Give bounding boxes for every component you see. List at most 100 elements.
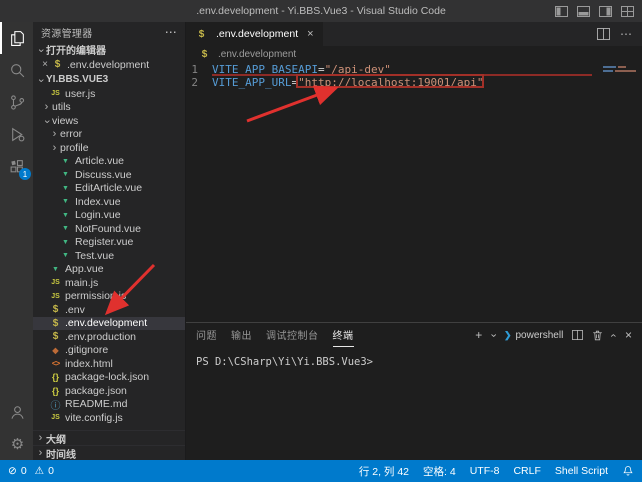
- tree-item[interactable]: ◆.gitignore: [33, 344, 185, 358]
- problems-status[interactable]: ⊘ 0 ⚠ 0: [8, 465, 54, 477]
- tree-item[interactable]: ▼EditArticle.vue: [33, 182, 185, 196]
- outline-section-header[interactable]: › 大纲: [33, 430, 185, 445]
- vue-icon: ▼: [59, 171, 72, 178]
- javascript-icon: JS: [49, 414, 62, 421]
- new-terminal-icon[interactable]: +: [475, 329, 482, 341]
- git-icon: ◆: [49, 346, 62, 355]
- javascript-icon: JS: [49, 279, 62, 286]
- env-file-icon: $: [198, 49, 211, 60]
- tree-item-folder[interactable]: ›utils: [33, 101, 185, 115]
- tree-item[interactable]: JSuser.js: [33, 87, 185, 101]
- cursor-position[interactable]: 行 2, 列 42: [359, 464, 409, 479]
- tree-item[interactable]: {}package.json: [33, 384, 185, 398]
- terminal-dropdown-icon[interactable]: ›: [488, 333, 499, 337]
- tree-item[interactable]: ⓘREADME.md: [33, 398, 185, 412]
- settings-gear-icon[interactable]: ⚙: [0, 428, 33, 460]
- eol-setting[interactable]: CRLF: [513, 465, 540, 477]
- editor-area: $ .env.development × ⋯ $ .env.developmen…: [186, 22, 642, 322]
- split-editor-icon[interactable]: [597, 28, 610, 40]
- status-bar-right: 行 2, 列 42 空格: 4 UTF-8 CRLF Shell Script: [359, 464, 634, 479]
- env-value: "http://localhost:19001/api": [298, 76, 483, 89]
- tree-item[interactable]: ▼Index.vue: [33, 195, 185, 209]
- split-terminal-icon[interactable]: [572, 330, 583, 340]
- toggle-panel-icon[interactable]: [577, 6, 590, 17]
- maximize-panel-icon[interactable]: ›: [609, 333, 620, 337]
- tree-item-folder[interactable]: ›views: [33, 114, 185, 128]
- toggle-sidebar-icon[interactable]: [555, 6, 568, 17]
- tree-item[interactable]: ▼Article.vue: [33, 155, 185, 169]
- tab-problems[interactable]: 问题: [196, 323, 217, 347]
- chevron-right-icon: ›: [49, 128, 60, 140]
- tree-item-label: error: [60, 128, 82, 140]
- tree-item[interactable]: <>index.html: [33, 357, 185, 371]
- kill-terminal-trash-icon[interactable]: [592, 330, 603, 341]
- timeline-section-header[interactable]: › 时间线: [33, 445, 185, 460]
- sidebar-header: 资源管理器 ⋯: [33, 22, 185, 42]
- vue-icon: ▼: [59, 212, 72, 219]
- tree-item[interactable]: $.env.production: [33, 330, 185, 344]
- tree-item-label: EditArticle.vue: [75, 182, 142, 194]
- tree-item[interactable]: $.env: [33, 303, 185, 317]
- encoding-setting[interactable]: UTF-8: [470, 465, 500, 477]
- terminal-output[interactable]: PS D:\CSharp\Yi\Yi.BBS.Vue3>: [186, 347, 642, 368]
- tree-item[interactable]: ▼Test.vue: [33, 249, 185, 263]
- tree-item[interactable]: JSvite.config.js: [33, 411, 185, 425]
- tree-item-folder[interactable]: ›profile: [33, 141, 185, 155]
- open-editors-section-header[interactable]: › 打开的编辑器: [33, 42, 185, 57]
- tree-item-label: Register.vue: [75, 236, 133, 248]
- notifications-bell-icon[interactable]: [622, 465, 634, 477]
- search-icon[interactable]: [0, 54, 33, 86]
- source-control-icon[interactable]: [0, 86, 33, 118]
- warning-icon: ⚠: [35, 465, 44, 477]
- equals-operator: =: [291, 76, 298, 89]
- customize-layout-icon[interactable]: [621, 6, 634, 17]
- extensions-icon[interactable]: 1: [0, 150, 33, 182]
- close-panel-icon[interactable]: ×: [625, 329, 632, 341]
- tab-output[interactable]: 输出: [231, 323, 252, 347]
- minimap[interactable]: [600, 64, 640, 74]
- tree-item-label: .gitignore: [65, 344, 108, 356]
- tab-env-development[interactable]: $ .env.development ×: [186, 22, 323, 46]
- code-area[interactable]: 1VITE_APP_BASEAPI="/api-dev" 2VITE_APP_U…: [186, 62, 642, 322]
- shell-selector[interactable]: ❯ powershell: [504, 330, 563, 341]
- close-tab-icon[interactable]: ×: [307, 28, 313, 40]
- tree-item[interactable]: ▼NotFound.vue: [33, 222, 185, 236]
- env-key: VITE_APP_URL: [212, 76, 291, 89]
- chevron-right-icon: ›: [35, 447, 46, 459]
- env-key: VITE_APP_BASEAPI: [212, 63, 318, 76]
- toggle-secondary-sidebar-icon[interactable]: [599, 6, 612, 17]
- panel-tab-bar: 问题 输出 调试控制台 终端 + › ❯ powershell › ×: [186, 323, 642, 347]
- project-name: YI.BBS.VUE3: [46, 74, 108, 85]
- tree-item[interactable]: ▼Register.vue: [33, 236, 185, 250]
- chevron-down-icon: ›: [35, 75, 47, 86]
- indentation-setting[interactable]: 空格: 4: [423, 464, 456, 479]
- account-icon[interactable]: [0, 396, 33, 428]
- tree-item[interactable]: ▼App.vue: [33, 263, 185, 277]
- tree-item-label: NotFound.vue: [75, 223, 141, 235]
- breadcrumb[interactable]: $ .env.development: [186, 46, 642, 62]
- tree-item[interactable]: ▼Login.vue: [33, 209, 185, 223]
- explorer-icon[interactable]: [0, 22, 33, 54]
- tree-item-label: index.html: [65, 358, 113, 370]
- timeline-label: 时间线: [46, 446, 76, 461]
- project-section-header[interactable]: › YI.BBS.VUE3: [33, 72, 185, 87]
- tree-item-label: package-lock.json: [65, 371, 149, 383]
- vue-icon: ▼: [59, 198, 72, 205]
- tree-item-label: views: [52, 115, 78, 127]
- tab-debug-console[interactable]: 调试控制台: [266, 323, 319, 347]
- more-actions-icon[interactable]: ⋯: [620, 27, 632, 41]
- tab-terminal[interactable]: 终端: [333, 323, 354, 347]
- tree-item[interactable]: JSpermission.js: [33, 290, 185, 304]
- tree-item[interactable]: ▼Discuss.vue: [33, 168, 185, 182]
- language-mode[interactable]: Shell Script: [555, 465, 608, 477]
- more-actions-icon[interactable]: ⋯: [165, 25, 177, 39]
- run-debug-icon[interactable]: [0, 118, 33, 150]
- close-icon[interactable]: ×: [39, 59, 51, 70]
- tree-item-label: Test.vue: [75, 250, 114, 262]
- editor-tab-bar: $ .env.development × ⋯: [186, 22, 642, 46]
- tree-item[interactable]: JSmain.js: [33, 276, 185, 290]
- tree-item-selected[interactable]: $.env.development: [33, 317, 185, 331]
- open-editor-item[interactable]: × $ .env.development: [33, 57, 185, 72]
- tree-item[interactable]: {}package-lock.json: [33, 371, 185, 385]
- tree-item-folder[interactable]: ›error: [33, 128, 185, 142]
